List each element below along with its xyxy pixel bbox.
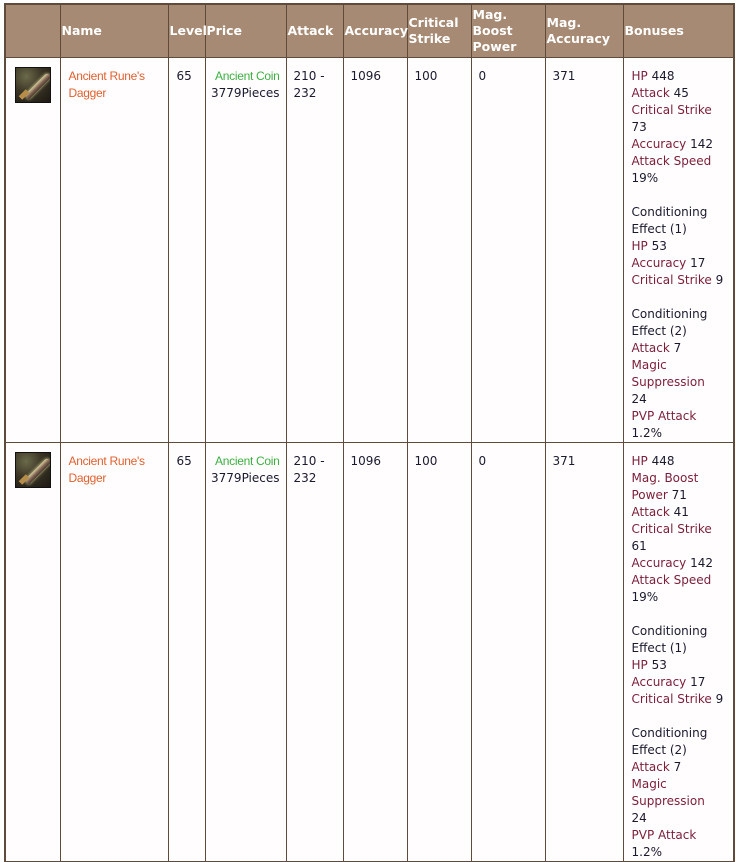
table-row: Ancient Rune's Dagger 65 Ancient Coin 37… — [4, 442, 735, 862]
mag-accuracy-cell: 371 — [544, 57, 624, 443]
bonus-line: Attack 45 — [631, 86, 689, 100]
bonus-line: Accuracy 142 — [631, 556, 714, 570]
bonus-line: Accuracy 142 — [631, 137, 714, 151]
attack-max: 232 — [293, 471, 317, 485]
level-cell: 65 — [167, 57, 206, 443]
bonuses-cell: HP 448 Mag. Boost Power 71 Attack 41 Cri… — [622, 442, 735, 862]
conditioning-effect-1-title: Conditioning Effect (1) — [631, 624, 708, 655]
level-cell: 65 — [167, 442, 206, 862]
header-name[interactable]: Name — [59, 3, 169, 58]
item-name-line2: Dagger — [68, 471, 107, 485]
bonus-line: HP 448 — [631, 454, 675, 468]
item-name-line1: Ancient Rune's — [68, 69, 145, 83]
level-value: 65 — [176, 454, 192, 468]
mag-boost-power-cell: 0 — [470, 57, 546, 443]
critical-strike-value: 100 — [414, 69, 438, 83]
icon-cell — [4, 57, 61, 443]
mag-accuracy-value: 371 — [552, 69, 576, 83]
accuracy-value: 1096 — [350, 69, 382, 83]
conditioning-effect-2-title: Conditioning Effect (2) — [631, 726, 708, 757]
price-amount: 3779Pieces — [211, 471, 280, 485]
attack-cell: 210 - 232 — [285, 442, 344, 862]
bonuses-cell: HP 448 Attack 45 Critical Strike 73 Accur… — [622, 57, 735, 443]
header-level[interactable]: Level — [167, 3, 207, 58]
level-value: 65 — [176, 69, 192, 83]
header-icon — [4, 3, 61, 58]
critical-strike-value: 100 — [414, 454, 438, 468]
price-cell: Ancient Coin 3779Pieces — [204, 57, 287, 443]
bonus-line: HP 53 — [631, 239, 667, 253]
header-accuracy[interactable]: Accuracy — [342, 3, 408, 58]
header-mag-accuracy[interactable]: Mag. Accuracy — [544, 3, 624, 58]
item-name-link[interactable]: Ancient Rune's Dagger — [61, 443, 168, 487]
table-row: Ancient Rune's Dagger 65 Ancient Coin 37… — [4, 57, 735, 443]
accuracy-cell: 1096 — [342, 57, 408, 443]
bonus-line: Attack 7 — [631, 760, 682, 774]
header-row: Name Level Price Attack Accuracy Critica… — [4, 3, 735, 58]
mag-boost-power-cell: 0 — [470, 442, 546, 862]
conditioning-effect-1-title: Conditioning Effect (1) — [631, 205, 708, 236]
icon-cell — [4, 442, 61, 862]
bonus-line: Critical Strike 9 — [631, 692, 724, 706]
item-name-link[interactable]: Ancient Rune's Dagger — [61, 58, 168, 102]
dagger-icon[interactable] — [15, 67, 51, 103]
price-amount: 3779Pieces — [211, 86, 280, 100]
item-table: Name Level Price Attack Accuracy Critica… — [4, 3, 735, 862]
header-critical-strike[interactable]: Critical Strike — [406, 3, 472, 58]
bonus-line: Attack 7 — [631, 341, 682, 355]
header-attack[interactable]: Attack — [285, 3, 344, 58]
item-name-line2: Dagger — [68, 86, 107, 100]
mag-accuracy-value: 371 — [552, 454, 576, 468]
attack-cell: 210 - 232 — [285, 57, 344, 443]
accuracy-cell: 1096 — [342, 442, 408, 862]
price-currency: Ancient Coin — [215, 454, 280, 468]
bonus-line: HP 53 — [631, 658, 667, 672]
bonus-line: Attack 41 — [631, 505, 689, 519]
bonus-line: Magic Suppression 24 — [631, 777, 705, 825]
bonus-line: Critical Strike 9 — [631, 273, 724, 287]
bonus-line: Critical Strike 73 — [631, 103, 712, 134]
mag-boost-power-value: 0 — [478, 69, 487, 83]
name-cell: Ancient Rune's Dagger — [59, 57, 169, 443]
bonus-line: Attack Speed 19% — [631, 154, 712, 185]
bonus-line: Accuracy 17 — [631, 256, 706, 270]
critical-strike-cell: 100 — [406, 57, 472, 443]
attack-max: 232 — [293, 86, 317, 100]
critical-strike-cell: 100 — [406, 442, 472, 862]
attack-min: 210 - — [293, 454, 325, 468]
bonus-line: Mag. Boost Power 71 — [631, 471, 699, 502]
attack-min: 210 - — [293, 69, 325, 83]
bonus-line: PVP Attack 1.2% — [631, 828, 697, 859]
price-currency: Ancient Coin — [215, 69, 280, 83]
accuracy-value: 1096 — [350, 454, 382, 468]
header-mag-boost-power[interactable]: Mag. Boost Power — [470, 3, 546, 58]
price-cell: Ancient Coin 3779Pieces — [204, 442, 287, 862]
bonus-line: HP 448 — [631, 69, 675, 83]
bonus-line: Critical Strike 61 — [631, 522, 712, 553]
dagger-icon[interactable] — [15, 452, 51, 488]
bonus-line: Attack Speed 19% — [631, 573, 712, 604]
mag-accuracy-cell: 371 — [544, 442, 624, 862]
bonus-line: PVP Attack 1.2% — [631, 409, 697, 440]
conditioning-effect-2-title: Conditioning Effect (2) — [631, 307, 708, 338]
item-name-line1: Ancient Rune's — [68, 454, 145, 468]
name-cell: Ancient Rune's Dagger — [59, 442, 169, 862]
mag-boost-power-value: 0 — [478, 454, 487, 468]
bonus-line: Accuracy 17 — [631, 675, 706, 689]
bonus-line: Magic Suppression 24 — [631, 358, 705, 406]
header-price[interactable]: Price — [204, 3, 287, 58]
header-bonuses: Bonuses — [622, 3, 735, 58]
